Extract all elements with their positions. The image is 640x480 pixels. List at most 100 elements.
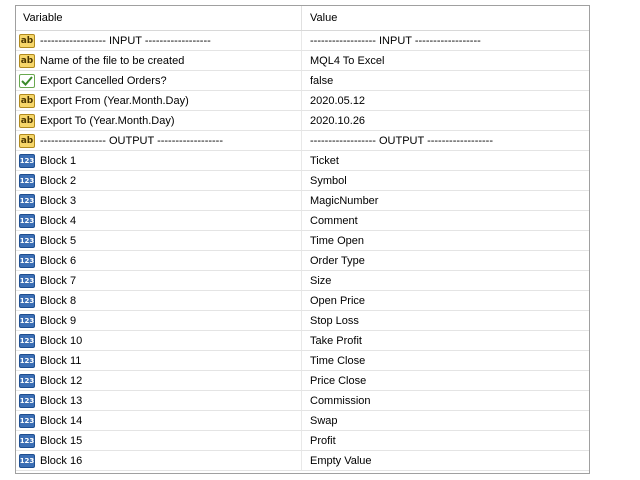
table-row[interactable]: 123 Block 12 Price Close bbox=[16, 371, 589, 391]
variable-cell: 123 Block 2 bbox=[16, 171, 302, 190]
variable-value: Ticket bbox=[310, 154, 339, 167]
variable-cell: 123 Block 8 bbox=[16, 291, 302, 310]
variable-value: Swap bbox=[310, 414, 338, 427]
number-type-icon-text: 123 bbox=[19, 256, 35, 265]
table-row[interactable]: 123 Block 2 Symbol bbox=[16, 171, 589, 191]
value-cell[interactable]: Time Open bbox=[302, 231, 589, 250]
table-row[interactable]: 123 Block 11 Time Close bbox=[16, 351, 589, 371]
boolean-check-icon bbox=[19, 73, 35, 88]
variable-name: Export To (Year.Month.Day) bbox=[40, 114, 175, 127]
value-cell[interactable]: ------------------ OUTPUT --------------… bbox=[302, 131, 589, 150]
table-row[interactable]: ab ------------------ OUTPUT ------------… bbox=[16, 131, 589, 151]
table-row[interactable]: 123 Block 10 Take Profit bbox=[16, 331, 589, 351]
table-row[interactable]: ab Name of the file to be created MQL4 To … bbox=[16, 51, 589, 71]
variable-value: Take Profit bbox=[310, 334, 362, 347]
value-cell[interactable]: Price Close bbox=[302, 371, 589, 390]
value-cell[interactable]: MQL4 To Excel bbox=[302, 51, 589, 70]
number-type-icon-text: 123 bbox=[19, 416, 35, 425]
value-cell[interactable]: MagicNumber bbox=[302, 191, 589, 210]
variable-value: MQL4 To Excel bbox=[310, 54, 385, 67]
value-cell[interactable]: Empty Value bbox=[302, 451, 589, 470]
value-cell[interactable]: false bbox=[302, 71, 589, 90]
value-cell[interactable]: Size bbox=[302, 271, 589, 290]
number-type-icon: 123 bbox=[19, 173, 35, 188]
number-type-icon: 123 bbox=[19, 433, 35, 448]
table-row[interactable]: 123 Block 4 Comment bbox=[16, 211, 589, 231]
value-cell[interactable]: Swap bbox=[302, 411, 589, 430]
value-cell[interactable]: Open Price bbox=[302, 291, 589, 310]
value-cell[interactable]: Symbol bbox=[302, 171, 589, 190]
value-cell[interactable]: Comment bbox=[302, 211, 589, 230]
variable-name: Block 15 bbox=[40, 434, 83, 447]
table-row[interactable]: Export Cancelled Orders? false bbox=[16, 71, 589, 91]
value-cell[interactable]: Time Close bbox=[302, 351, 589, 370]
number-type-icon: 123 bbox=[19, 353, 35, 368]
variable-cell: 123 Block 5 bbox=[16, 231, 302, 250]
table-row[interactable]: 123 Block 3 MagicNumber bbox=[16, 191, 589, 211]
number-type-icon: 123 bbox=[19, 293, 35, 308]
table-row[interactable]: ab Export To (Year.Month.Day) 2020.10.26 bbox=[16, 111, 589, 131]
column-header-variable[interactable]: Variable bbox=[16, 6, 302, 30]
number-type-icon-text: 123 bbox=[19, 456, 35, 465]
variable-value: Time Close bbox=[310, 354, 366, 367]
table-row[interactable]: 123 Block 14 Swap bbox=[16, 411, 589, 431]
variable-cell: 123 Block 14 bbox=[16, 411, 302, 430]
variable-cell: 123 Block 16 bbox=[16, 451, 302, 470]
table-row[interactable]: 123 Block 6 Order Type bbox=[16, 251, 589, 271]
value-cell[interactable]: Ticket bbox=[302, 151, 589, 170]
grid-body: ab ------------------ INPUT -------------… bbox=[16, 31, 589, 471]
variable-value: Commission bbox=[310, 394, 371, 407]
number-type-icon: 123 bbox=[19, 333, 35, 348]
variable-name: Block 14 bbox=[40, 414, 83, 427]
number-type-icon-text: 123 bbox=[19, 356, 35, 365]
number-type-icon: 123 bbox=[19, 213, 35, 228]
table-row[interactable]: ab ------------------ INPUT -------------… bbox=[16, 31, 589, 51]
number-type-icon-text: 123 bbox=[19, 156, 35, 165]
table-row[interactable]: ab Export From (Year.Month.Day) 2020.05.12 bbox=[16, 91, 589, 111]
number-type-icon-text: 123 bbox=[19, 316, 35, 325]
variable-cell: 123 Block 12 bbox=[16, 371, 302, 390]
variable-name: Block 13 bbox=[40, 394, 83, 407]
variable-value: Size bbox=[310, 274, 332, 287]
value-cell[interactable]: 2020.05.12 bbox=[302, 91, 589, 110]
variable-value: Empty Value bbox=[310, 454, 372, 467]
number-type-icon: 123 bbox=[19, 253, 35, 268]
variable-cell: ab ------------------ OUTPUT ------------… bbox=[16, 131, 302, 150]
value-cell[interactable]: Order Type bbox=[302, 251, 589, 270]
variable-name: Block 11 bbox=[40, 354, 82, 367]
parameters-grid: Variable Value ab ------------------ INPU… bbox=[15, 5, 590, 474]
value-cell[interactable]: Take Profit bbox=[302, 331, 589, 350]
table-row[interactable]: 123 Block 15 Profit bbox=[16, 431, 589, 451]
variable-name: Block 10 bbox=[40, 334, 83, 347]
table-row[interactable]: 123 Block 5 Time Open bbox=[16, 231, 589, 251]
table-row[interactable]: 123 Block 9 Stop Loss bbox=[16, 311, 589, 331]
column-header-value[interactable]: Value bbox=[302, 6, 589, 30]
variable-cell: Export Cancelled Orders? bbox=[16, 71, 302, 90]
variable-cell: 123 Block 4 bbox=[16, 211, 302, 230]
table-row[interactable]: 123 Block 1 Ticket bbox=[16, 151, 589, 171]
string-type-icon: ab bbox=[19, 133, 35, 148]
value-cell[interactable]: Commission bbox=[302, 391, 589, 410]
number-type-icon: 123 bbox=[19, 233, 35, 248]
string-type-icon-text: ab bbox=[20, 135, 34, 146]
number-type-icon-text: 123 bbox=[19, 436, 35, 445]
value-cell[interactable]: Stop Loss bbox=[302, 311, 589, 330]
table-row[interactable]: 123 Block 13 Commission bbox=[16, 391, 589, 411]
variable-value: false bbox=[310, 74, 334, 87]
value-cell[interactable]: 2020.10.26 bbox=[302, 111, 589, 130]
table-row[interactable]: 123 Block 8 Open Price bbox=[16, 291, 589, 311]
value-cell[interactable]: Profit bbox=[302, 431, 589, 450]
number-type-icon-text: 123 bbox=[19, 376, 35, 385]
table-row[interactable]: 123 Block 7 Size bbox=[16, 271, 589, 291]
number-type-icon: 123 bbox=[19, 373, 35, 388]
variable-name: Export Cancelled Orders? bbox=[40, 74, 167, 87]
variable-cell: 123 Block 7 bbox=[16, 271, 302, 290]
string-type-icon-text: ab bbox=[20, 95, 34, 106]
number-type-icon-text: 123 bbox=[19, 276, 35, 285]
string-type-icon: ab bbox=[19, 33, 35, 48]
variable-value: Order Type bbox=[310, 254, 365, 267]
string-type-icon: ab bbox=[19, 53, 35, 68]
value-cell[interactable]: ------------------ INPUT ---------------… bbox=[302, 31, 589, 50]
table-row[interactable]: 123 Block 16 Empty Value bbox=[16, 451, 589, 471]
variable-cell: ab Name of the file to be created bbox=[16, 51, 302, 70]
